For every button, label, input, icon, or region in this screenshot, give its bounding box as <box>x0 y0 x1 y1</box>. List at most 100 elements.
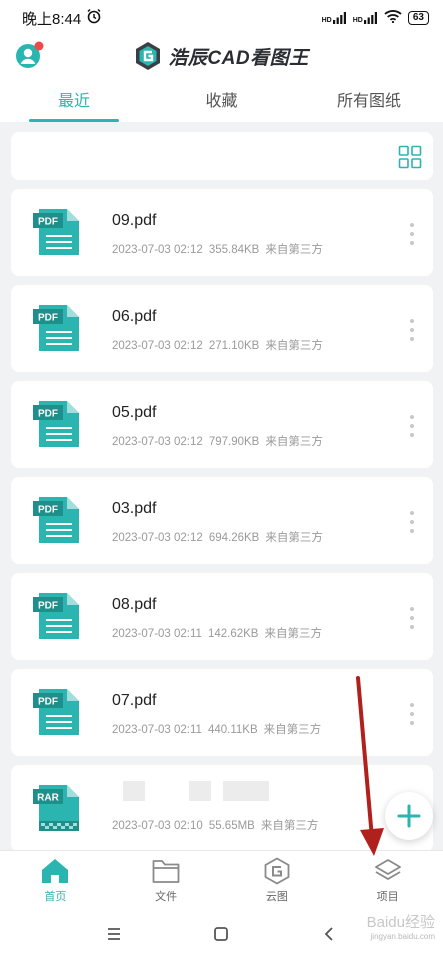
file-item-03[interactable]: PDF 03.pdf 2023-07-03 02:12 694.26KB 来自第三方 <box>11 477 433 564</box>
file-name: 06.pdf <box>112 308 157 325</box>
status-bar: 晚上8:44 HD HD 63 <box>0 0 443 36</box>
home-icon <box>42 859 69 883</box>
pdf-file-icon: PDF <box>33 591 85 641</box>
file-source: 来自第三方 <box>264 628 322 640</box>
file-item-05[interactable]: PDF 05.pdf 2023-07-03 02:12 797.90KB 来自第三方 <box>11 381 433 468</box>
watermark-brand: Baidu经验 <box>366 914 435 931</box>
file-item-rar[interactable]: RAR 2023-07-03 02:10 55.65MB 来自第三方 <box>11 765 433 850</box>
nav-home-label: 首页 <box>44 891 67 903</box>
folder-icon <box>152 860 180 883</box>
watermark-url: jingyan.baidu.com <box>370 932 435 941</box>
file-meta: 2023-07-03 02:10 55.65MB 来自第三方 <box>112 817 324 833</box>
more-options-button[interactable] <box>409 415 415 437</box>
file-date: 2023-07-03 02:11 <box>112 628 202 640</box>
grid-view-toggle[interactable] <box>398 145 422 169</box>
plus-icon <box>397 804 421 828</box>
recent-apps-button[interactable] <box>99 919 129 949</box>
add-button[interactable] <box>385 792 433 840</box>
file-source: 来自第三方 <box>265 436 323 448</box>
tab-bar: 最近 收藏 所有图纸 <box>0 76 443 122</box>
more-options-button[interactable] <box>409 607 415 629</box>
file-meta: 2023-07-03 02:11 440.11KB 来自第三方 <box>112 721 327 737</box>
cloud-drawing-icon <box>264 857 290 885</box>
grid-view-icon <box>398 145 422 169</box>
recent-files-list: PDF 09.pdf 2023-07-03 02:12 355.84KB 来自第三方… <box>0 122 443 850</box>
file-size: 355.84KB <box>208 244 260 256</box>
file-source: 来自第三方 <box>265 244 323 256</box>
back-icon <box>324 927 333 941</box>
baidu-watermark: Baidu经验 jingyan.baidu.com <box>366 914 435 944</box>
rar-file-icon: RAR <box>33 783 85 833</box>
file-item-06[interactable]: PDF 06.pdf 2023-07-03 02:12 271.10KB 来自第三方 <box>11 285 433 372</box>
app-title: 浩辰CAD看图王 <box>168 47 309 69</box>
pdf-label: PDF <box>38 217 58 228</box>
file-meta: 2023-07-03 02:12 797.90KB 来自第三方 <box>112 433 329 449</box>
file-meta: 2023-07-03 02:12 271.10KB 来自第三方 <box>112 337 329 353</box>
file-meta: 2023-07-03 02:12 694.26KB 来自第三方 <box>112 529 329 545</box>
file-item-07[interactable]: PDF 07.pdf 2023-07-03 02:11 440.11KB 来自第三方 <box>11 669 433 756</box>
bottom-nav: 首页 文件 云图 项目 <box>0 850 443 908</box>
file-meta: 2023-07-03 02:12 355.84KB 来自第三方 <box>112 241 329 257</box>
file-size: 142.62KB <box>207 628 259 640</box>
wifi-icon <box>384 9 402 27</box>
file-date: 2023-07-03 02:12 <box>112 244 203 256</box>
rar-label: RAR <box>37 793 59 804</box>
file-source: 来自第三方 <box>265 532 323 544</box>
file-name: 09.pdf <box>112 212 157 229</box>
file-date: 2023-07-03 02:11 <box>112 724 202 736</box>
file-size: 55.65MB <box>208 820 255 832</box>
signal-icon-2: HD <box>353 12 378 24</box>
list-toolbar <box>11 132 433 180</box>
file-name: 07.pdf <box>112 692 157 709</box>
nav-projects-label: 项目 <box>376 891 399 903</box>
pdf-label: PDF <box>38 601 58 612</box>
file-item-09[interactable]: PDF 09.pdf 2023-07-03 02:12 355.84KB 来自第三方 <box>11 189 433 276</box>
file-source: 来自第三方 <box>265 340 323 352</box>
file-date: 2023-07-03 02:12 <box>112 340 203 352</box>
pdf-file-icon: PDF <box>33 399 85 449</box>
pdf-label: PDF <box>38 697 58 708</box>
nav-cloud-drawing-label: 云图 <box>265 891 288 903</box>
home-system-button[interactable] <box>206 919 236 949</box>
file-name: 03.pdf <box>112 500 157 517</box>
pdf-file-icon: PDF <box>33 207 85 257</box>
more-options-button[interactable] <box>409 511 415 533</box>
file-name-blurred <box>123 781 273 805</box>
nav-files-label: 文件 <box>155 891 178 903</box>
app-logo: 浩辰CAD看图王 <box>134 41 308 71</box>
back-button[interactable] <box>314 919 344 949</box>
file-date: 2023-07-03 02:10 <box>112 820 203 832</box>
pdf-label: PDF <box>38 409 58 420</box>
more-options-button[interactable] <box>409 703 415 725</box>
file-size: 440.11KB <box>207 724 258 736</box>
more-options-button[interactable] <box>409 223 415 245</box>
nav-files[interactable]: 文件 <box>111 851 222 908</box>
more-options-button[interactable] <box>409 319 415 341</box>
nav-projects[interactable]: 项目 <box>332 851 443 908</box>
pdf-file-icon: PDF <box>33 303 85 353</box>
nav-home[interactable]: 首页 <box>0 851 111 908</box>
user-avatar-icon <box>16 41 44 68</box>
tab-all-drawings[interactable]: 所有图纸 <box>295 76 443 122</box>
user-avatar-button[interactable] <box>13 38 47 72</box>
file-name: 05.pdf <box>112 404 157 421</box>
tab-favorites[interactable]: 收藏 <box>148 76 295 122</box>
file-item-08[interactable]: PDF 08.pdf 2023-07-03 02:11 142.62KB 来自第三方 <box>11 573 433 660</box>
file-meta: 2023-07-03 02:11 142.62KB 来自第三方 <box>112 625 328 641</box>
pdf-label: PDF <box>38 313 58 324</box>
pdf-file-icon: PDF <box>33 495 85 545</box>
file-size: 694.26KB <box>208 532 260 544</box>
signal-icon-1: HD <box>322 12 347 24</box>
tab-recent[interactable]: 最近 <box>0 76 148 122</box>
file-size: 271.10KB <box>208 340 260 352</box>
menu-icon <box>107 928 120 940</box>
file-size: 797.90KB <box>208 436 260 448</box>
status-time: 晚上8:44 <box>22 10 82 28</box>
file-date: 2023-07-03 02:12 <box>112 532 203 544</box>
pdf-label: PDF <box>38 505 58 516</box>
layers-icon <box>374 859 401 880</box>
battery-indicator: 63 <box>407 11 429 25</box>
file-name: 08.pdf <box>112 596 157 613</box>
nav-cloud-drawing[interactable]: 云图 <box>222 851 333 908</box>
gstarcad-logo-icon <box>136 42 161 70</box>
